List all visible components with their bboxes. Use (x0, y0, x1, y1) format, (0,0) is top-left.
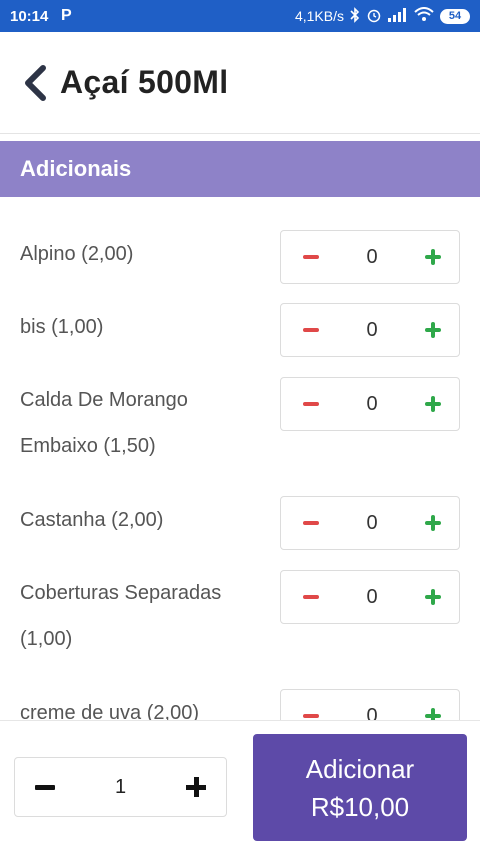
quantity-value: 0 (366, 245, 378, 268)
order-quantity-stepper: 1 (14, 757, 227, 817)
page-header: Açaí 500Ml (0, 32, 480, 134)
status-bar: 10:14 P 4,1KB/s 54 (0, 0, 480, 32)
back-arrow-icon[interactable] (20, 63, 50, 103)
quantity-stepper: 0 (280, 689, 460, 720)
page-title: Açaí 500Ml (60, 64, 229, 100)
battery-icon: 54 (440, 8, 470, 24)
decrease-quantity-button[interactable] (35, 784, 55, 790)
alarm-icon (366, 7, 382, 26)
quantity-value: 0 (366, 585, 378, 608)
section-header-adicionais: Adicionais (0, 141, 480, 197)
plus-button[interactable] (425, 396, 441, 412)
item-label: bis (1,00) (20, 316, 104, 338)
quantity-value: 0 (366, 704, 378, 721)
add-button-label: Adicionar (305, 753, 415, 784)
quantity-stepper: 0 (280, 570, 460, 624)
quantity-stepper: 0 (280, 303, 460, 357)
item-label: Castanha (2,00) (20, 509, 164, 531)
quantity-value: 0 (366, 511, 378, 534)
status-time: 10:14 (10, 7, 49, 25)
add-to-cart-button[interactable]: Adicionar R$10,00 (253, 734, 467, 841)
plus-button[interactable] (425, 515, 441, 531)
item-label: creme de uva (2,00) (20, 702, 199, 720)
addons-list[interactable]: Alpino (2,00) 0 bis (1,00) 0 Calda De Mo… (0, 197, 480, 720)
wifi-icon (414, 7, 434, 25)
minus-button[interactable] (303, 402, 319, 406)
status-right: 4,1KB/s 54 (294, 6, 470, 26)
plus-button[interactable] (425, 708, 441, 720)
increase-quantity-button[interactable] (186, 777, 206, 797)
minus-button[interactable] (303, 595, 319, 599)
plus-button[interactable] (425, 322, 441, 338)
plus-button[interactable] (425, 249, 441, 265)
plus-button[interactable] (425, 589, 441, 605)
order-quantity-value: 1 (114, 775, 127, 798)
minus-button[interactable] (303, 521, 319, 525)
minus-button[interactable] (303, 255, 319, 259)
quantity-stepper: 0 (280, 496, 460, 550)
quantity-stepper: 0 (280, 377, 460, 431)
minus-button[interactable] (303, 328, 319, 332)
minus-button[interactable] (303, 714, 319, 718)
bottom-bar: 1 Adicionar R$10,00 (0, 720, 480, 853)
quantity-value: 0 (366, 392, 378, 415)
signal-icon (388, 7, 408, 25)
add-button-price: R$10,00 (310, 791, 410, 822)
quantity-value: 0 (366, 318, 378, 341)
network-speed: 4,1KB/s (294, 8, 344, 24)
item-label: Coberturas Separadas (1,00) (20, 582, 222, 650)
parking-app-icon: P (61, 7, 72, 24)
section-title: Adicionais (20, 156, 132, 181)
item-label: Calda De Morango Embaixo (1,50) (20, 389, 188, 457)
quantity-stepper: 0 (280, 230, 460, 284)
item-label: Alpino (2,00) (20, 243, 134, 265)
bluetooth-icon (350, 6, 360, 26)
